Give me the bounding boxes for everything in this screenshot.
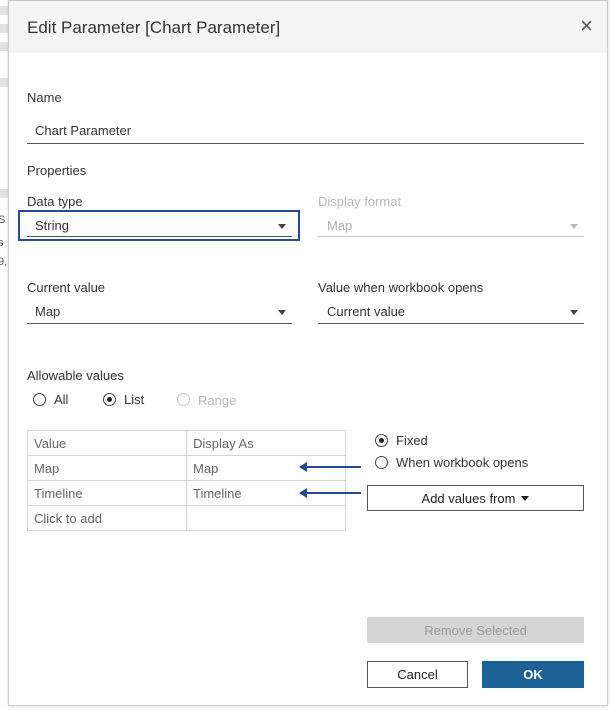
background-bar [0,24,8,33]
name-input-underline [27,143,584,144]
allowable-values-label: Allowable values [27,368,124,383]
dialog-title: Edit Parameter [Chart Parameter] [27,18,281,37]
table-row[interactable]: Timeline Timeline [27,480,346,506]
add-values-from-label: Add values from [421,490,516,506]
dialog-titlebar: Edit Parameter [Chart Parameter] × [9,1,607,53]
background-text: s [0,237,4,249]
data-type-underline [27,236,292,237]
value-when-opens-value: Current value [327,304,406,319]
data-type-value: String [35,218,69,233]
add-values-from-button[interactable]: Add values from [367,485,584,511]
click-to-add-cell[interactable]: Click to add [27,505,187,531]
radio-all-label: All [54,392,69,407]
background-bar [0,78,8,87]
background-bar [0,189,8,198]
value-when-opens-underline [318,323,584,324]
table-cell-value[interactable]: Map [27,455,187,481]
ok-button[interactable]: OK [482,661,584,688]
allowable-values-table: Value Display As Map Map Timeline Timeli… [27,430,346,531]
annotation-arrow-line [307,492,361,494]
background-text: S [0,214,6,226]
column-header-display-as: Display As [186,430,346,456]
edit-parameter-dialog: Edit Parameter [Chart Parameter] × Name … [8,0,608,706]
data-type-label: Data type [27,194,83,209]
radio-range [177,393,190,406]
table-header-row: Value Display As [27,430,346,456]
background-bar [0,6,8,15]
table-row-add[interactable]: Click to add [27,505,346,531]
current-value-label: Current value [27,280,106,295]
display-format-label: Display format [318,194,402,209]
chevron-down-icon [521,495,530,501]
radio-list[interactable] [103,393,116,406]
properties-heading: Properties [27,163,87,178]
display-format-underline [318,236,584,237]
table-cell-display-as[interactable]: Map [186,455,346,481]
name-input[interactable]: Chart Parameter [35,123,131,138]
cancel-button[interactable]: Cancel [367,661,468,688]
radio-fixed[interactable] [375,434,388,447]
annotation-arrow-line [307,466,361,468]
background-text: 9, [0,256,8,268]
value-when-opens-label: Value when workbook opens [318,280,484,295]
chevron-down-icon [570,224,578,229]
background-app [0,0,8,710]
radio-fixed-label: Fixed [396,433,428,448]
current-value-underline [27,323,292,324]
arrow-left-icon [299,462,307,472]
remove-selected-button: Remove Selected [367,617,584,643]
chevron-down-icon [278,310,286,315]
background-bar [0,42,8,51]
chevron-down-icon [278,224,286,229]
radio-all[interactable] [33,393,46,406]
radio-list-label: List [124,392,145,407]
name-label: Name [27,90,62,105]
arrow-left-icon [299,488,307,498]
radio-when-workbook-opens-label: When workbook opens [396,455,529,470]
table-cell-display-as[interactable] [186,505,346,531]
radio-when-workbook-opens[interactable] [375,456,388,469]
radio-range-label: Range [198,393,237,408]
display-format-value: Map [327,218,353,233]
table-cell-value[interactable]: Timeline [27,480,187,506]
close-icon[interactable]: × [580,13,593,39]
table-row[interactable]: Map Map [27,455,346,481]
chevron-down-icon [570,310,578,315]
current-value-value: Map [35,304,61,319]
column-header-value: Value [27,430,187,456]
